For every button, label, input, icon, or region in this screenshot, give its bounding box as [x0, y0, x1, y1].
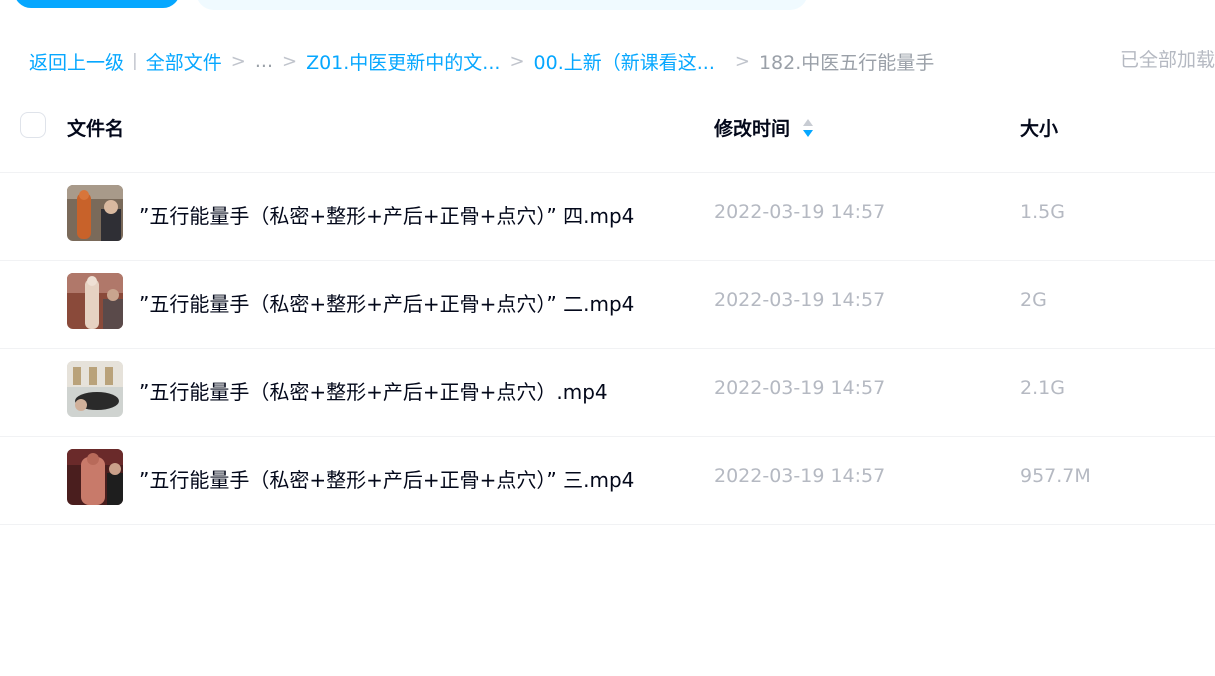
file-modified-time: 2022-03-19 14:57: [714, 289, 886, 311]
column-header-name[interactable]: 文件名: [67, 114, 124, 141]
file-browser-page: 返回上一级 | 全部文件 > ... > Z01.中医更新中的文... > 00…: [0, 0, 1215, 676]
file-list: ”五行能量手（私密+整形+产后+正骨+点穴）” 四.mp4 2022-03-19…: [0, 172, 1215, 525]
search-input[interactable]: [196, 0, 808, 10]
column-header-time-label: 修改时间: [714, 118, 791, 140]
column-header-time[interactable]: 修改时间: [714, 114, 814, 141]
file-modified-time: 2022-03-19 14:57: [714, 201, 886, 223]
file-name[interactable]: ”五行能量手（私密+整形+产后+正骨+点穴）” 二.mp4: [139, 288, 634, 317]
column-header-size[interactable]: 大小: [1020, 114, 1058, 141]
file-size: 957.7M: [1020, 465, 1091, 487]
breadcrumb-level2[interactable]: 00.上新（新课看这...: [534, 48, 715, 75]
breadcrumb-ellipsis[interactable]: ...: [255, 50, 273, 72]
breadcrumb-all-files[interactable]: 全部文件: [146, 48, 222, 75]
breadcrumb-divider: |: [132, 51, 138, 71]
file-size: 2G: [1020, 289, 1047, 311]
video-thumbnail[interactable]: [67, 361, 123, 417]
breadcrumb-level1[interactable]: Z01.中医更新中的文...: [306, 48, 500, 75]
sort-icon[interactable]: [802, 117, 814, 139]
file-name[interactable]: ”五行能量手（私密+整形+产后+正骨+点穴）” 三.mp4: [139, 464, 634, 493]
breadcrumb: 返回上一级 | 全部文件 > ... > Z01.中医更新中的文... > 00…: [29, 47, 934, 75]
file-size: 1.5G: [1020, 201, 1065, 223]
video-thumbnail[interactable]: [67, 449, 123, 505]
chevron-right-icon: >: [230, 50, 246, 72]
loaded-status: 已全部加载: [1119, 49, 1215, 71]
file-name[interactable]: ”五行能量手（私密+整形+产后+正骨+点穴）.mp4: [139, 376, 608, 405]
file-row[interactable]: ”五行能量手（私密+整形+产后+正骨+点穴）” 二.mp4 2022-03-19…: [0, 261, 1215, 349]
video-thumbnail[interactable]: [67, 273, 123, 329]
chevron-right-icon: >: [509, 50, 525, 72]
video-thumbnail[interactable]: [67, 185, 123, 241]
file-modified-time: 2022-03-19 14:57: [714, 465, 886, 487]
chevron-right-icon: >: [281, 50, 298, 72]
breadcrumb-current: 182.中医五行能量手: [758, 51, 935, 74]
back-link[interactable]: 返回上一级: [29, 48, 124, 75]
file-name[interactable]: ”五行能量手（私密+整形+产后+正骨+点穴）” 四.mp4: [139, 200, 634, 229]
select-all-checkbox[interactable]: [20, 112, 46, 138]
file-size: 2.1G: [1020, 377, 1065, 399]
list-header: 文件名 修改时间 大小: [0, 104, 1215, 148]
chevron-right-icon: >: [734, 50, 750, 72]
file-row[interactable]: ”五行能量手（私密+整形+产后+正骨+点穴）” 三.mp4 2022-03-19…: [0, 437, 1215, 525]
file-modified-time: 2022-03-19 14:57: [714, 377, 886, 399]
upload-button[interactable]: [14, 0, 180, 8]
file-row[interactable]: ”五行能量手（私密+整形+产后+正骨+点穴）.mp4 2022-03-19 14…: [0, 349, 1215, 437]
file-row[interactable]: ”五行能量手（私密+整形+产后+正骨+点穴）” 四.mp4 2022-03-19…: [0, 173, 1215, 261]
